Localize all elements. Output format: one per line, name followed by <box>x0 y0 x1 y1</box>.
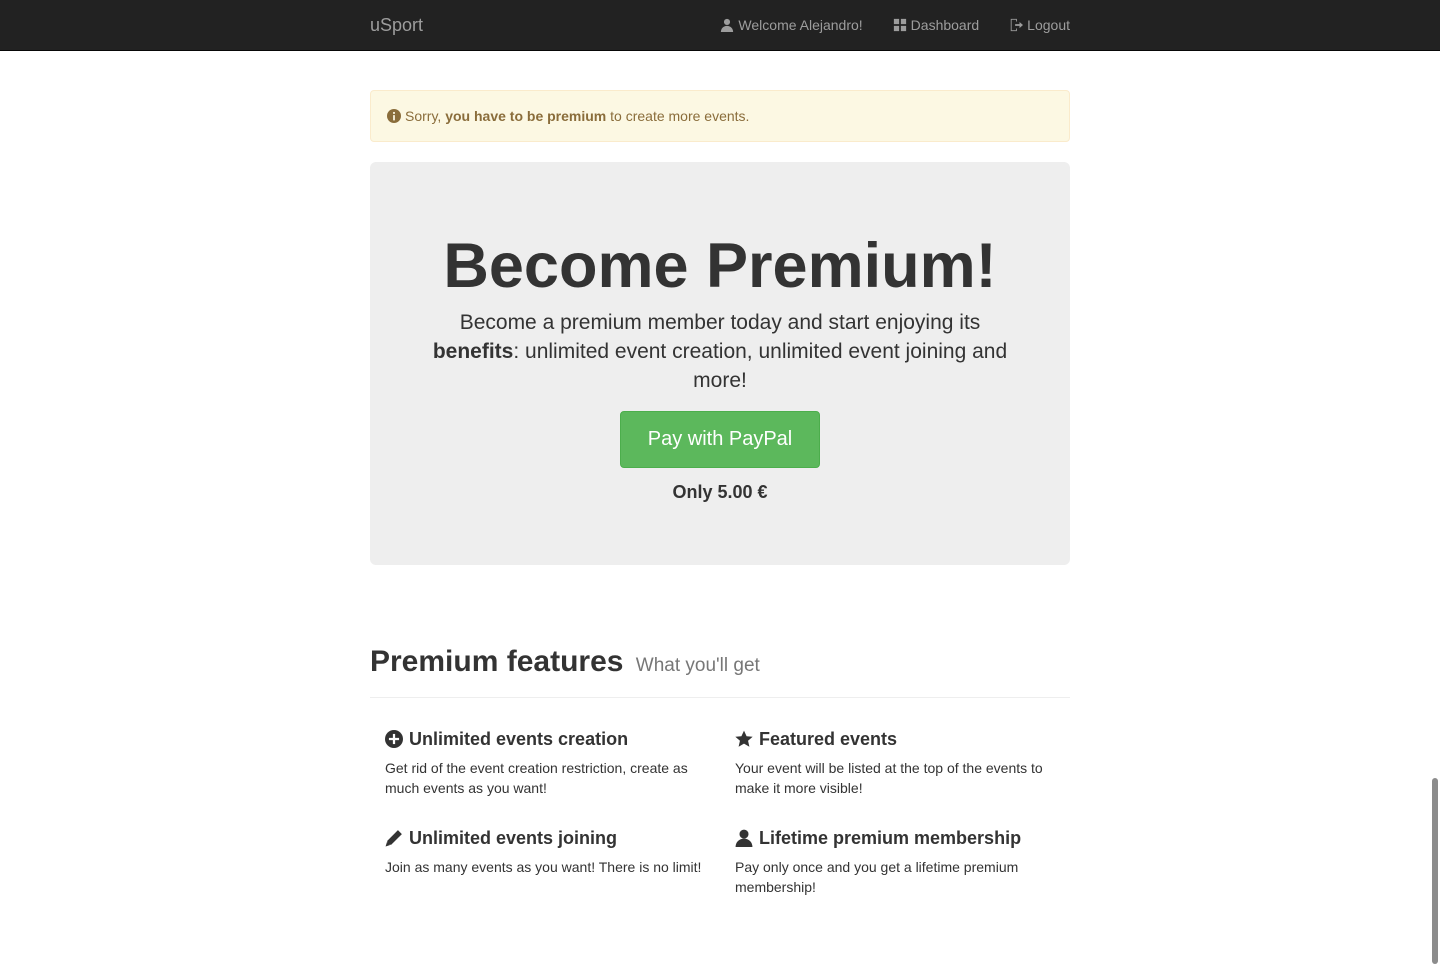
navbar-links: Welcome Alejandro! Dashboard Logout <box>690 0 1070 50</box>
navbar-inner: uSport Welcome Alejandro! Dashboard Logo… <box>370 0 1070 50</box>
logout-icon <box>1010 18 1024 32</box>
plus-circle-icon <box>385 730 403 748</box>
description-before: Become a premium member today and start … <box>459 311 981 334</box>
description-after: : unlimited event creation, unlimited ev… <box>513 340 1008 392</box>
dashboard-label: Dashboard <box>910 17 980 33</box>
feature-lifetime-membership: Lifetime premium membership Pay only onc… <box>735 827 1065 897</box>
feature-title: Featured events <box>735 728 1065 750</box>
navbar: uSport Welcome Alejandro! Dashboard Logo… <box>0 0 1440 51</box>
feature-title-text: Lifetime premium membership <box>759 828 1022 848</box>
brand-link[interactable]: uSport <box>370 14 423 36</box>
premium-alert: Sorry, you have to be premium to create … <box>370 90 1070 142</box>
info-icon <box>387 109 401 123</box>
star-icon <box>735 730 753 747</box>
features-subtitle: What you'll get <box>635 655 760 676</box>
alert-suffix: to create more events. <box>610 108 750 124</box>
feature-text: Join as many events as you want! There i… <box>385 859 702 875</box>
dashboard-icon <box>893 18 906 32</box>
alert-prefix: Sorry, <box>405 108 442 124</box>
feature-title-text: Unlimited events joining <box>409 828 618 848</box>
dashboard-link[interactable]: Dashboard <box>893 17 980 33</box>
description-bold: benefits <box>432 340 514 363</box>
page-title: Become Premium! <box>443 231 997 301</box>
price-label: Only 5.00 € <box>672 482 768 502</box>
features-title-text: Premium features <box>370 645 624 678</box>
feature-unlimited-joining: Unlimited events joining Join as many ev… <box>385 827 715 877</box>
pencil-icon <box>385 830 402 847</box>
feature-text: Pay only once and you get a lifetime pre… <box>735 859 1019 895</box>
feature-title: Unlimited events creation <box>385 728 715 750</box>
features-title: Premium features What you'll get <box>370 640 1070 688</box>
user-icon <box>721 18 734 32</box>
feature-text: Your event will be listed at the top of … <box>735 760 1043 796</box>
logout-label: Logout <box>1027 17 1070 33</box>
features-header: Premium features What you'll get <box>370 640 1070 698</box>
pay-with-paypal-button[interactable]: Pay with PayPal <box>620 411 820 468</box>
alert-bold: you have to be premium <box>445 108 607 124</box>
feature-title: Lifetime premium membership <box>735 827 1065 849</box>
feature-title-text: Unlimited events creation <box>409 729 629 749</box>
feature-title-text: Featured events <box>759 729 898 749</box>
page-scrollbar[interactable] <box>1432 778 1438 964</box>
logout-link[interactable]: Logout <box>1009 17 1070 33</box>
feature-text: Get rid of the event creation restrictio… <box>385 760 688 796</box>
welcome-label: Welcome Alejandro! <box>738 17 863 33</box>
jumbotron-description: Become a premium member today and start … <box>430 308 1010 395</box>
welcome-link[interactable]: Welcome Alejandro! <box>720 17 863 33</box>
feature-unlimited-creation: Unlimited events creation Get rid of the… <box>385 728 715 798</box>
feature-featured-events: Featured events Your event will be liste… <box>735 728 1065 798</box>
feature-title: Unlimited events joining <box>385 827 715 849</box>
premium-jumbotron: Become Premium! Become a premium member … <box>370 162 1070 565</box>
user-icon <box>735 829 753 847</box>
